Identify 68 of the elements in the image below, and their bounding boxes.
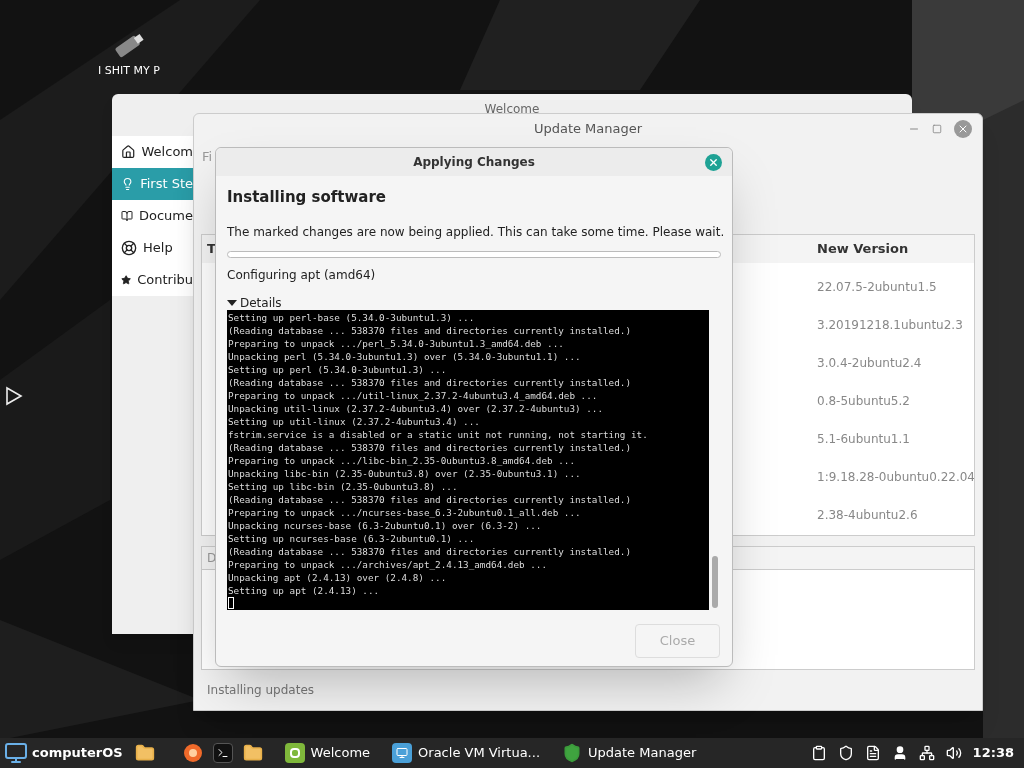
- terminal-line: Unpacking ncurses-base (6.3-2ubuntu0.1) over (6.3-2) ...: [228, 518, 543, 532]
- table-cell-text: 1:9.18.28-0ubuntu0.22.04: [817, 469, 974, 486]
- app-icon: [284, 743, 305, 763]
- dialog-heading: Installing software: [227, 187, 388, 208]
- terminal-line: Preparing to unpack .../perl_5.34.0-3ubuntu1.3_amd64.deb ...: [228, 336, 565, 350]
- clock[interactable]: 12:38: [972, 743, 1014, 763]
- terminal-line: Preparing to unpack .../archives/apt_2.4.13_amd64.deb ...: [228, 557, 549, 571]
- table-cell-text: 2.38-4ubuntu2.6: [817, 507, 918, 524]
- desktop-icon-label[interactable]: I SHIT MY P: [98, 64, 160, 78]
- terminal-line: Setting up perl (5.34.0-3ubuntu1.3) ...: [228, 362, 448, 376]
- terminal-line: (Reading database ... 538370 files and directories currently installed.): [228, 492, 632, 506]
- table-cell-text: 5.1-6ubuntu1.1: [817, 431, 910, 448]
- folder-icon[interactable]: [134, 743, 155, 763]
- terminal-line: Unpacking perl (5.34.0-3ubuntu1.3) over (5.34.0-3ubuntu1.1) ...: [228, 349, 582, 363]
- sidebar-item[interactable]: Welcom: [112, 136, 193, 168]
- terminal-icon[interactable]: [212, 743, 233, 763]
- terminal-line: Setting up libc-bin (2.35-0ubuntu3.8) ...: [228, 479, 459, 493]
- table-cell-text: 3.20191218.1ubuntu2.3: [817, 317, 963, 334]
- shield-icon[interactable]: [837, 745, 854, 761]
- terminal-line: (Reading database ... 538370 files and directories currently installed.): [228, 440, 632, 454]
- computer-icon: [4, 741, 28, 765]
- browser-icon[interactable]: [182, 743, 203, 763]
- close-button[interactable]: [954, 120, 972, 138]
- book-icon: [121, 208, 133, 224]
- network-icon[interactable]: [918, 745, 935, 761]
- menu-button[interactable]: computerOS: [4, 741, 123, 765]
- status-text: Installing updates: [207, 682, 315, 699]
- table-cell-text: 22.07.5-2ubuntu1.5: [817, 279, 937, 296]
- app-icon: [392, 743, 413, 763]
- dialog-title: Applying Changes: [412, 154, 536, 171]
- taskbar-window-button[interactable]: Welcome: [284, 743, 371, 763]
- document-icon[interactable]: [864, 745, 881, 761]
- terminal-line: Unpacking apt (2.4.13) over (2.4.8) ...: [228, 570, 448, 584]
- window-title: Update Manager: [532, 120, 644, 139]
- terminal-line: Unpacking libc-bin (2.35-0ubuntu3.8) over (2.35-0ubuntu3.1) ...: [228, 466, 582, 480]
- help-icon: [121, 240, 137, 256]
- terminal-line: Preparing to unpack .../util-linux_2.37.2-4ubuntu3.4_amd64.deb ...: [228, 388, 599, 402]
- terminal-line: (Reading database ... 538370 files and directories currently installed.): [228, 375, 632, 389]
- sidebar-item[interactable]: Help: [112, 232, 193, 264]
- folder-icon[interactable]: [242, 743, 263, 763]
- clipboard-icon[interactable]: [810, 745, 827, 761]
- close-icon: [708, 156, 719, 168]
- terminal-line: (Reading database ... 538370 files and directories currently installed.): [228, 323, 632, 337]
- terminal-line: Preparing to unpack .../libc-bin_2.35-0ubuntu3.8_amd64.deb ...: [228, 453, 577, 467]
- table-cell-text: 0.8-5ubuntu5.2: [817, 393, 910, 410]
- dialog-message: The marked changes are now being applied. This can take some time. Please wait.: [227, 223, 721, 241]
- terminal-line: fstrim.service is a disabled or a static unit not running, not starting it.: [228, 427, 649, 441]
- terminal-line: Setting up util-linux (2.37.2-4ubuntu3.4) ...: [228, 414, 481, 428]
- home-icon: [121, 144, 136, 160]
- close-icon: [957, 123, 969, 135]
- table-cell-text: 3.0.4-2ubuntu2.4: [817, 355, 922, 372]
- taskbar-window-button[interactable]: Update Manager: [562, 743, 697, 763]
- sidebar-item[interactable]: Contribu: [112, 264, 193, 296]
- column-header[interactable]: New Version: [817, 239, 909, 259]
- volume-icon[interactable]: [945, 745, 962, 761]
- sidebar-item[interactable]: Docume: [112, 200, 193, 232]
- close-button[interactable]: [705, 153, 722, 171]
- terminal-line: Setting up ncurses-base (6.3-2ubuntu0.1) ...: [228, 531, 476, 545]
- pointer-icon: [5, 386, 23, 406]
- terminal-line: Setting up apt (2.4.13) ...: [228, 583, 381, 597]
- terminal-line: Unpacking util-linux (2.37.2-4ubuntu3.4) over (2.37.2-4ubuntu3) ...: [228, 401, 604, 415]
- progress-status: Configuring apt (amd64): [227, 266, 377, 284]
- terminal-line: Setting up perl-base (5.34.0-3ubuntu1.3) ...: [228, 310, 476, 324]
- shield-icon: [562, 743, 583, 763]
- terminal-line: Preparing to unpack .../ncurses-base_6.3-2ubuntu0.1_all.deb ...: [228, 505, 582, 519]
- terminal-line: (Reading database ... 538370 files and directories currently installed.): [228, 544, 632, 558]
- taskbar-window-button[interactable]: Oracle VM Virtua...: [392, 743, 541, 763]
- window-title: Welcome: [484, 102, 540, 116]
